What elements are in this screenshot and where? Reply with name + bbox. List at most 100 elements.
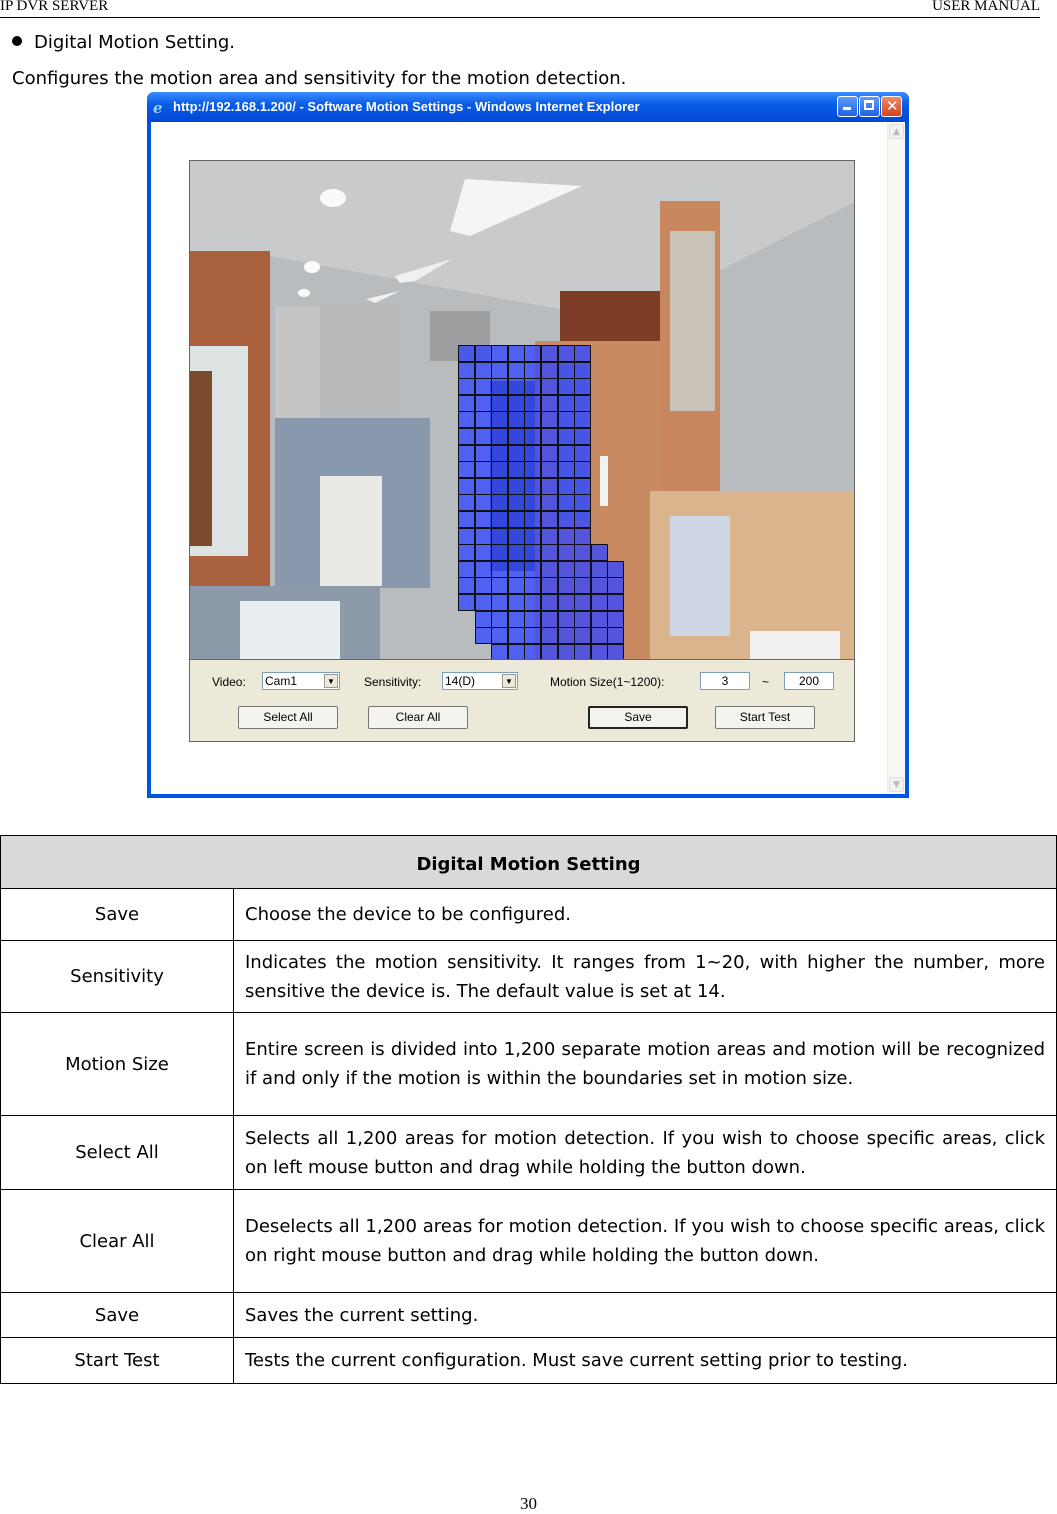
motion-cell[interactable] [557, 577, 575, 595]
motion-cell[interactable] [507, 494, 525, 512]
motion-cell[interactable] [474, 544, 492, 562]
motion-cell[interactable] [474, 428, 492, 445]
save-button[interactable]: Save [588, 706, 688, 729]
motion-cell[interactable] [541, 444, 558, 462]
motion-cell[interactable] [541, 627, 558, 645]
motion-cell[interactable] [474, 527, 492, 545]
motion-cell[interactable] [474, 444, 492, 462]
motion-cell[interactable] [474, 345, 492, 362]
clear-all-button[interactable]: Clear All [368, 706, 468, 729]
motion-cell[interactable] [507, 527, 525, 545]
motion-cell[interactable] [590, 610, 608, 628]
motion-cell[interactable] [557, 428, 575, 445]
motion-cell[interactable] [574, 560, 592, 578]
maximize-button[interactable] [859, 96, 880, 117]
motion-cell[interactable] [507, 411, 525, 429]
motion-cell[interactable] [491, 560, 509, 578]
motion-cell[interactable] [557, 610, 575, 628]
camera-view[interactable] [189, 160, 855, 660]
motion-cell[interactable] [524, 560, 542, 578]
motion-cell[interactable] [541, 378, 558, 396]
motion-cell[interactable] [524, 527, 542, 545]
motion-cell[interactable] [458, 444, 475, 462]
motion-cell[interactable] [541, 511, 558, 528]
motion-cell[interactable] [574, 461, 592, 479]
motion-cell[interactable] [541, 494, 558, 512]
motion-cell[interactable] [541, 544, 558, 562]
motion-cell[interactable] [557, 411, 575, 429]
motion-cell[interactable] [574, 444, 592, 462]
motion-cell[interactable] [557, 594, 575, 611]
motion-cell[interactable] [541, 428, 558, 445]
motion-cell[interactable] [524, 511, 542, 528]
motion-cell[interactable] [458, 577, 475, 595]
motion-cell[interactable] [491, 577, 509, 595]
title-bar[interactable]: e http://192.168.1.200/ - Software Motio… [147, 92, 909, 122]
motion-cell[interactable] [507, 610, 525, 628]
motion-cell[interactable] [458, 527, 475, 545]
motion-cell[interactable] [491, 461, 509, 479]
motion-cell[interactable] [474, 610, 492, 628]
motion-cell[interactable] [491, 643, 509, 659]
motion-cell[interactable] [607, 577, 625, 595]
motion-cell[interactable] [474, 511, 492, 528]
motion-cell[interactable] [524, 378, 542, 396]
minimize-button[interactable] [837, 96, 858, 117]
motion-cell[interactable] [491, 511, 509, 528]
motion-cell[interactable] [458, 477, 475, 495]
motion-cell[interactable] [474, 627, 492, 645]
motion-cell[interactable] [491, 610, 509, 628]
motion-cell[interactable] [458, 594, 475, 611]
scroll-up-icon[interactable]: ▲ [889, 124, 904, 139]
motion-cell[interactable] [524, 610, 542, 628]
motion-cell[interactable] [574, 544, 592, 562]
motion-cell[interactable] [507, 394, 525, 412]
motion-cell[interactable] [507, 378, 525, 396]
motion-cell[interactable] [557, 345, 575, 362]
motion-cell[interactable] [574, 527, 592, 545]
motion-cell[interactable] [507, 461, 525, 479]
motion-cell[interactable] [507, 577, 525, 595]
motion-cell[interactable] [607, 627, 625, 645]
motion-cell[interactable] [458, 345, 475, 362]
motion-cell[interactable] [474, 461, 492, 479]
motion-cell[interactable] [574, 411, 592, 429]
motion-cell[interactable] [491, 394, 509, 412]
motion-cell[interactable] [491, 544, 509, 562]
motion-cell[interactable] [557, 461, 575, 479]
motion-cell[interactable] [524, 361, 542, 379]
motion-cell[interactable] [491, 428, 509, 445]
motion-size-min-input[interactable]: 3 [700, 672, 750, 690]
motion-cell[interactable] [574, 643, 592, 659]
motion-cell[interactable] [491, 494, 509, 512]
motion-size-max-input[interactable]: 200 [784, 672, 834, 690]
motion-cell[interactable] [524, 643, 542, 659]
motion-cell[interactable] [474, 361, 492, 379]
motion-cell[interactable] [474, 594, 492, 611]
motion-cell[interactable] [541, 477, 558, 495]
motion-cell[interactable] [524, 461, 542, 479]
motion-cell[interactable] [590, 643, 608, 659]
motion-cell[interactable] [574, 345, 592, 362]
motion-cell[interactable] [557, 444, 575, 462]
motion-cell[interactable] [607, 643, 625, 659]
motion-cell[interactable] [541, 394, 558, 412]
motion-cell[interactable] [557, 361, 575, 379]
motion-cell[interactable] [524, 411, 542, 429]
motion-cell[interactable] [574, 378, 592, 396]
motion-cell[interactable] [458, 394, 475, 412]
motion-cell[interactable] [507, 511, 525, 528]
motion-cell[interactable] [574, 494, 592, 512]
motion-cell[interactable] [557, 643, 575, 659]
motion-cell[interactable] [507, 560, 525, 578]
motion-cell[interactable] [474, 577, 492, 595]
motion-cell[interactable] [507, 361, 525, 379]
motion-cell[interactable] [524, 394, 542, 412]
motion-cell[interactable] [507, 627, 525, 645]
motion-cell[interactable] [491, 345, 509, 362]
motion-cell[interactable] [541, 527, 558, 545]
motion-cell[interactable] [458, 511, 475, 528]
motion-cell[interactable] [474, 411, 492, 429]
motion-cell[interactable] [557, 394, 575, 412]
motion-cell[interactable] [557, 494, 575, 512]
